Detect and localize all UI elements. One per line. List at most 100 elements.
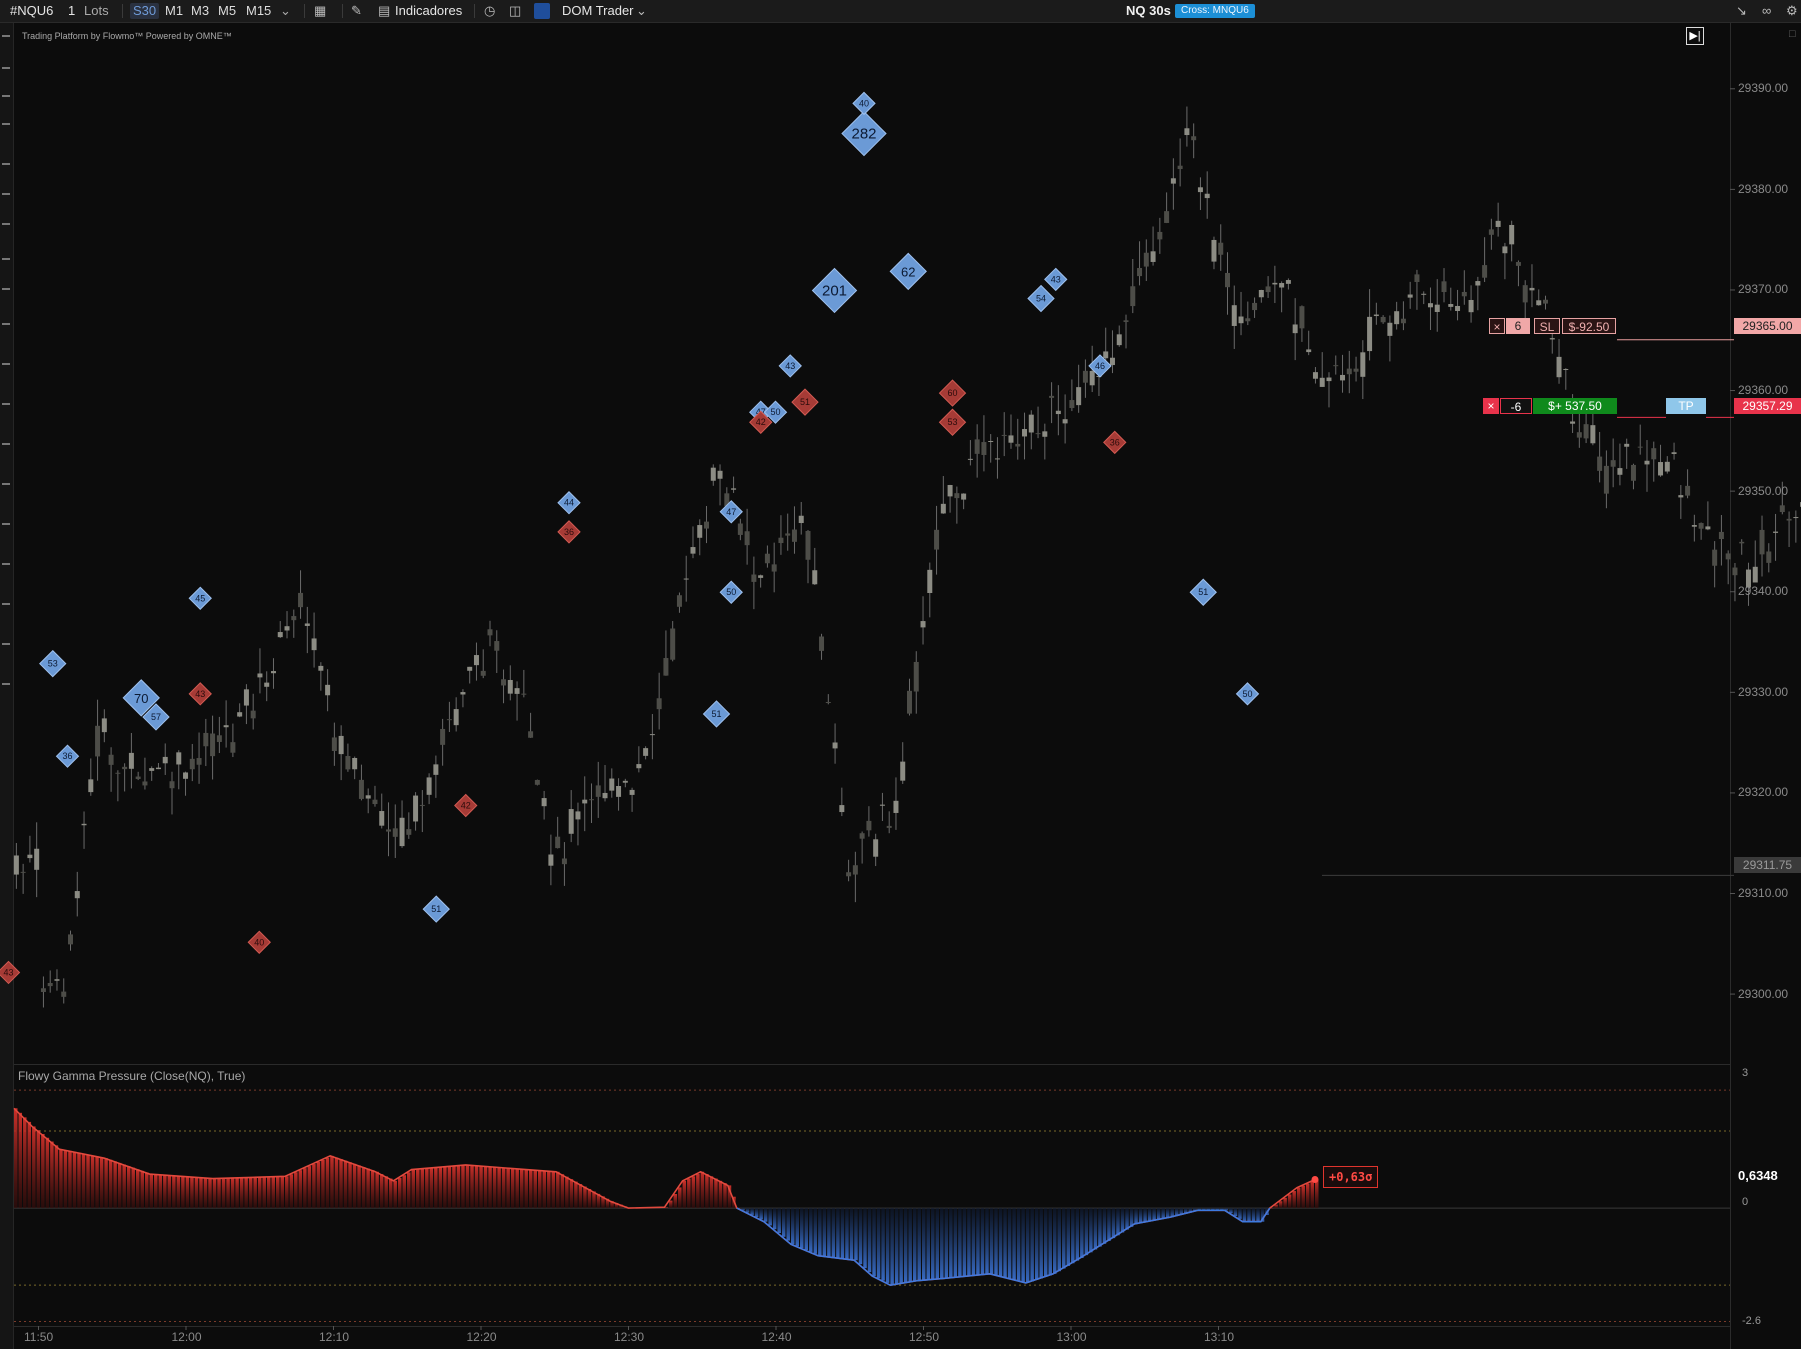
sell-volume-marker[interactable]: 40 xyxy=(247,930,271,954)
histogram-bar xyxy=(1287,1194,1292,1209)
sell-volume-marker[interactable]: 60 xyxy=(938,379,967,407)
stop-loss-tag[interactable]: SL xyxy=(1534,318,1560,334)
buy-volume-marker[interactable]: 53 xyxy=(39,649,67,678)
stop-cancel-button[interactable]: × xyxy=(1489,318,1505,334)
sell-volume-marker[interactable]: 43 xyxy=(188,682,212,706)
candle-body xyxy=(1610,460,1616,467)
position-close-button[interactable]: × xyxy=(1483,398,1499,414)
price-axis-settings-icon[interactable]: □ xyxy=(1789,28,1796,40)
histogram-bar xyxy=(117,1162,122,1209)
candle-body xyxy=(1353,368,1359,372)
buy-volume-marker[interactable]: 282 xyxy=(841,110,887,157)
candle-wick xyxy=(367,788,369,814)
histogram-bar xyxy=(1125,1208,1129,1230)
candle-body xyxy=(81,823,87,826)
candle-wick xyxy=(83,811,85,849)
candle-body xyxy=(1455,305,1461,311)
buy-volume-marker[interactable]: 43 xyxy=(778,354,802,378)
buy-volume-marker[interactable]: 62 xyxy=(889,252,927,291)
candle-wick xyxy=(888,811,890,834)
histogram-bar xyxy=(456,1165,461,1209)
candle-body xyxy=(988,441,994,443)
histogram-bar xyxy=(154,1174,158,1209)
candle-body xyxy=(1664,461,1670,472)
candle-body xyxy=(1732,567,1738,576)
candle-body xyxy=(1137,267,1143,277)
buy-volume-marker[interactable]: 50 xyxy=(719,580,743,604)
buy-volume-marker[interactable]: 45 xyxy=(188,586,212,610)
candle-wick xyxy=(1463,270,1465,305)
candle-wick xyxy=(854,851,856,903)
candle-body xyxy=(1624,443,1630,447)
sell-volume-marker[interactable]: 53 xyxy=(938,408,967,436)
sell-volume-marker[interactable]: 51 xyxy=(791,388,819,416)
scroll-to-end-icon[interactable]: ▶| xyxy=(1686,27,1704,45)
price-chart[interactable]: 5336705745514451475047504320128240625443… xyxy=(0,0,1801,1349)
histogram-bar xyxy=(528,1169,533,1209)
stop-pnl: $-92.50 xyxy=(1562,318,1616,334)
buy-volume-marker[interactable]: 44 xyxy=(557,491,581,515)
histogram-bar xyxy=(976,1208,980,1276)
buy-volume-marker[interactable]: 51 xyxy=(702,700,731,728)
candle-body xyxy=(1055,410,1061,415)
histogram-bar xyxy=(167,1175,172,1209)
candle-body xyxy=(34,848,40,870)
marker-size-label: 57 xyxy=(151,712,161,722)
candle-wick xyxy=(1389,315,1391,362)
histogram-bar xyxy=(899,1208,903,1284)
histogram-bar xyxy=(1233,1208,1238,1217)
indicator-title[interactable]: Flowy Gamma Pressure (Close(NQ), True) xyxy=(18,1069,245,1083)
buy-volume-marker[interactable]: 51 xyxy=(422,895,450,923)
candle-body xyxy=(1671,452,1677,454)
buy-volume-marker[interactable]: 201 xyxy=(811,267,858,314)
histogram-bar xyxy=(425,1168,429,1209)
candle-wick xyxy=(1010,414,1012,449)
histogram-bar xyxy=(1111,1208,1116,1239)
sell-volume-marker[interactable]: 43 xyxy=(0,960,21,985)
candle-body xyxy=(135,776,141,779)
buy-volume-marker[interactable]: 50 xyxy=(1235,682,1260,706)
candle-wick xyxy=(753,556,755,610)
candle-body xyxy=(1400,318,1406,324)
histogram-bar xyxy=(917,1208,921,1281)
histogram-bar xyxy=(465,1164,470,1209)
candle-body xyxy=(616,785,622,797)
candle-body xyxy=(331,737,337,751)
sell-volume-marker[interactable]: 42 xyxy=(454,793,478,818)
histogram-bar xyxy=(1161,1208,1165,1219)
candle-body xyxy=(1793,517,1799,519)
histogram-bar xyxy=(903,1208,908,1283)
candle-body xyxy=(1434,304,1440,312)
sell-volume-marker[interactable]: 36 xyxy=(1103,430,1127,455)
candle-wick xyxy=(1639,424,1641,455)
histogram-bar xyxy=(1256,1208,1260,1222)
buy-volume-marker[interactable]: 54 xyxy=(1027,284,1055,313)
histogram-bar xyxy=(140,1170,144,1209)
candle-body xyxy=(940,503,946,514)
candle-body xyxy=(13,855,19,875)
histogram-bar xyxy=(912,1208,917,1282)
buy-volume-marker[interactable]: 43 xyxy=(1044,267,1068,292)
histogram-bar xyxy=(718,1180,723,1209)
candle-body xyxy=(683,578,689,580)
buy-volume-marker[interactable]: 36 xyxy=(55,744,80,768)
candle-body xyxy=(1360,352,1366,377)
candle-body xyxy=(947,485,953,497)
candle-body xyxy=(61,991,67,997)
buy-volume-marker[interactable]: 40 xyxy=(852,91,876,116)
candle-wick xyxy=(293,609,295,638)
candle-body xyxy=(1001,434,1007,436)
marker-size-label: 53 xyxy=(48,659,58,669)
take-profit-button[interactable]: TP xyxy=(1666,398,1706,414)
buy-volume-marker[interactable]: 51 xyxy=(1189,578,1217,606)
candle-body xyxy=(54,979,60,981)
candle-wick xyxy=(286,611,288,639)
sell-volume-marker[interactable]: 36 xyxy=(557,520,581,544)
candle-wick xyxy=(306,606,308,654)
histogram-bar xyxy=(447,1166,452,1209)
candle-body xyxy=(1170,178,1176,184)
candle-body xyxy=(1570,421,1576,424)
histogram-bar xyxy=(307,1166,312,1209)
histogram-bar xyxy=(303,1168,307,1209)
buy-volume-marker[interactable]: 47 xyxy=(719,500,743,524)
